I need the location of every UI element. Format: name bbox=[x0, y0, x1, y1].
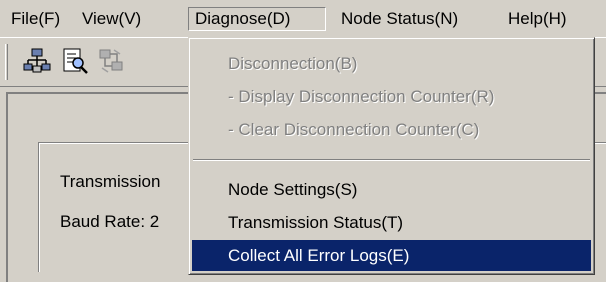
menu-file[interactable]: File(F) bbox=[5, 7, 66, 31]
document-search-icon[interactable] bbox=[60, 46, 90, 76]
transmission-label: Transmission bbox=[60, 172, 161, 191]
menu-item-display-disconnection-counter[interactable]: - Display Disconnection Counter(R) bbox=[192, 81, 591, 112]
menu-node-status[interactable]: Node Status(N) bbox=[335, 7, 464, 31]
toolbar-grip bbox=[5, 44, 8, 80]
menu-item-disconnection[interactable]: Disconnection(B) bbox=[192, 48, 591, 79]
menu-help[interactable]: Help(H) bbox=[502, 7, 573, 31]
menu-bar: File(F) View(V) Diagnose(D) Node Status(… bbox=[0, 0, 606, 38]
menu-item-node-settings[interactable]: Node Settings(S) bbox=[192, 174, 591, 205]
connect-icon[interactable] bbox=[96, 46, 126, 76]
menu-separator bbox=[193, 159, 590, 161]
menu-view[interactable]: View(V) bbox=[76, 7, 147, 31]
menu-item-collect-all-error-logs[interactable]: Collect All Error Logs(E) bbox=[192, 240, 591, 271]
diagnose-dropdown-menu: Disconnection(B) - Display Disconnection… bbox=[188, 37, 595, 275]
menu-item-clear-disconnection-counter[interactable]: - Clear Disconnection Counter(C) bbox=[192, 114, 591, 145]
network-node-icon[interactable] bbox=[22, 46, 52, 76]
menu-item-transmission-status[interactable]: Transmission Status(T) bbox=[192, 207, 591, 238]
baud-rate-label: Baud Rate: 2 bbox=[60, 212, 160, 231]
menu-diagnose[interactable]: Diagnose(D) bbox=[188, 7, 326, 31]
